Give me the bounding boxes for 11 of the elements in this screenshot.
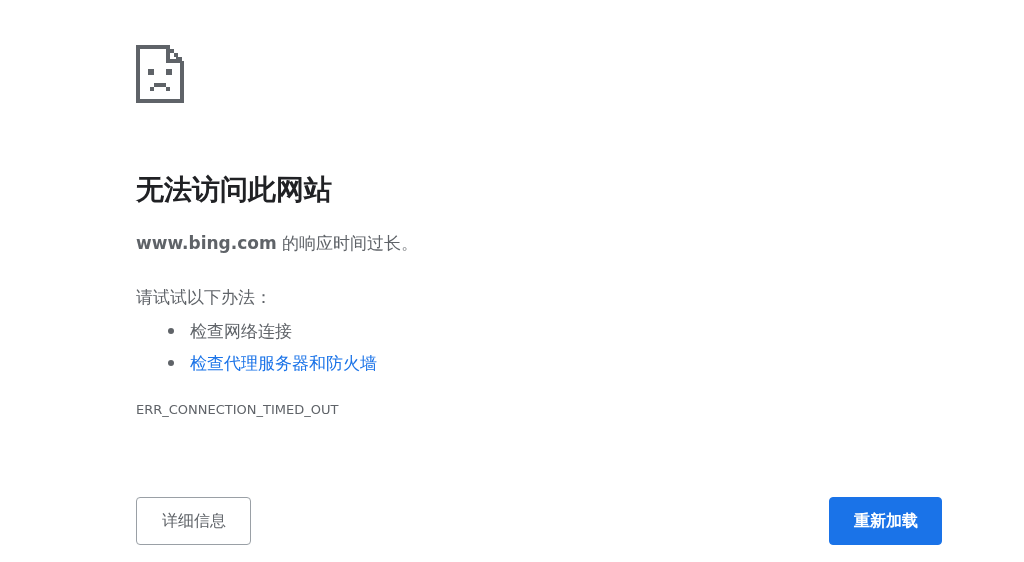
suggestion-link[interactable]: 检查代理服务器和防火墙 [190,351,377,375]
suggestions-heading: 请试试以下办法： [136,286,273,309]
error-code: ERR_CONNECTION_TIMED_OUT [136,401,340,419]
error-title: 无法访问此网站 [136,173,333,207]
details-button[interactable]: 详细信息 [136,497,251,545]
suggestion-text: 检查网络连接 [190,319,292,343]
bullet-icon [168,360,174,366]
error-message: www.bing.com 的响应时间过长。 [136,232,420,255]
sad-page-icon [136,45,184,103]
bullet-icon [168,328,174,334]
reload-button[interactable]: 重新加载 [829,497,942,545]
